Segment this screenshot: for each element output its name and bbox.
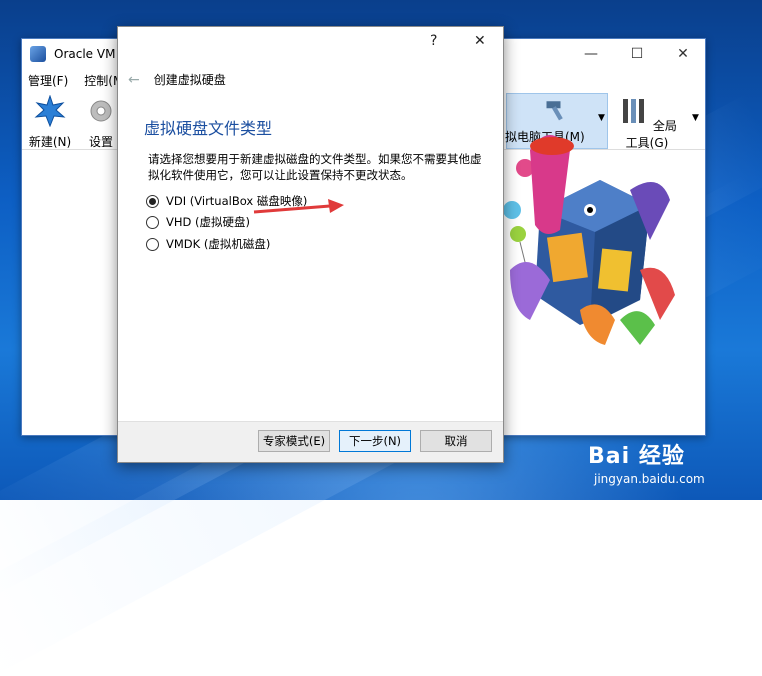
watermark-url: jingyan.baidu.com bbox=[594, 472, 705, 486]
virtualbox-mascot-illustration bbox=[503, 135, 675, 345]
annotation-arrow-icon bbox=[253, 199, 344, 214]
global-tools-dropdown-icon[interactable]: ▼ bbox=[692, 113, 699, 123]
option-vhd-label: VHD (虚拟硬盘) bbox=[166, 215, 250, 229]
menu-item-manage[interactable]: 管理(F) bbox=[28, 72, 68, 89]
dialog-close-button[interactable]: ✕ bbox=[474, 33, 486, 49]
gear-icon bbox=[90, 100, 112, 122]
page-title: 虚拟硬盘文件类型 bbox=[144, 119, 273, 138]
settings-button-label: 设置 bbox=[88, 135, 113, 149]
dialog-footer: 专家模式(E) 下一步(N) 取消 bbox=[118, 421, 503, 462]
back-arrow-icon[interactable]: ← bbox=[128, 72, 140, 88]
help-button[interactable]: ? bbox=[430, 33, 437, 49]
next-button[interactable]: 下一步(N) bbox=[339, 430, 411, 452]
virtualbox-logo-icon bbox=[30, 46, 46, 62]
radio-vdi[interactable] bbox=[146, 194, 159, 208]
option-vmdk[interactable]: VMDK (虚拟机磁盘) bbox=[146, 236, 270, 252]
create-virtual-hard-disk-dialog: ? ✕ ← 创建虚拟硬盘 虚拟硬盘文件类型 请选择您想要用于新建虚拟磁盘的文件类… bbox=[117, 26, 504, 463]
option-vhd[interactable]: VHD (虚拟硬盘) bbox=[146, 214, 250, 230]
new-star-icon bbox=[34, 94, 66, 128]
expert-mode-button[interactable]: 专家模式(E) bbox=[258, 430, 330, 452]
close-button[interactable]: ✕ bbox=[660, 39, 706, 69]
radio-vhd[interactable] bbox=[146, 215, 159, 229]
watermark-brand: Bai 经验 bbox=[588, 444, 685, 469]
dialog-title: 创建虚拟硬盘 bbox=[153, 73, 226, 87]
cancel-button[interactable]: 取消 bbox=[420, 430, 492, 452]
new-button[interactable]: 新建(N) bbox=[28, 94, 72, 150]
radio-vmdk[interactable] bbox=[146, 237, 159, 251]
maximize-button[interactable]: ☐ bbox=[614, 39, 660, 69]
minimize-button[interactable]: — bbox=[568, 39, 614, 69]
option-vmdk-label: VMDK (虚拟机磁盘) bbox=[166, 237, 271, 251]
new-button-label: 新建(N) bbox=[28, 135, 72, 149]
description-text: 请选择您想要用于新建虚拟磁盘的文件类型。如果您不需要其他虚拟化软件使用它，您可以… bbox=[148, 152, 482, 182]
settings-button[interactable]: 设置 bbox=[84, 95, 118, 150]
watermark: Bai 经验 jingyan.baidu.com bbox=[586, 432, 762, 500]
vm-list-panel bbox=[22, 150, 119, 435]
dialog-header: ← 创建虚拟硬盘 bbox=[128, 71, 226, 88]
